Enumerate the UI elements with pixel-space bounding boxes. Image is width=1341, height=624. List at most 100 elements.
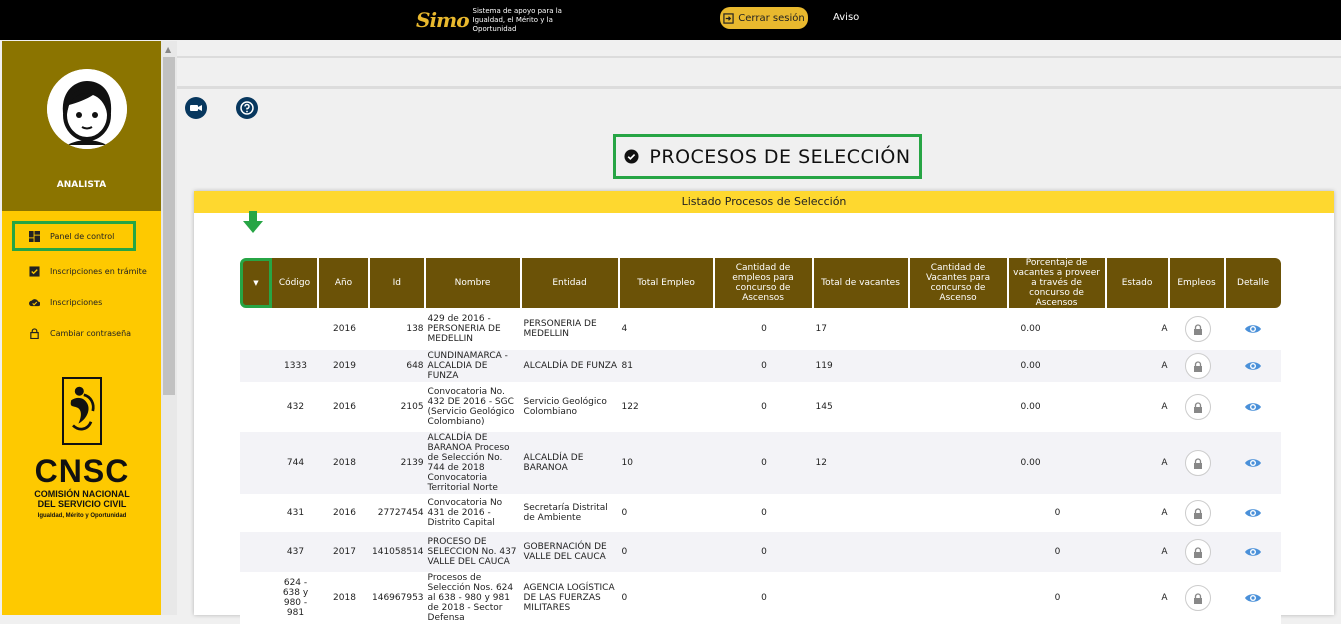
column-header[interactable]: Id [370, 258, 426, 308]
sidebar-profile: ANALISTA [2, 41, 161, 211]
logout-label: Cerrar sesión [738, 12, 805, 24]
cell-nombre: ALCALDÍA DE BARANOA Proceso de Selección… [425, 432, 522, 494]
check-circle-icon [624, 149, 639, 164]
sidebar-item-label: Inscripciones en trámite [50, 266, 147, 276]
logout-button[interactable]: Cerrar sesión [720, 7, 808, 29]
cell-porcentaje: 0 [1008, 532, 1107, 572]
lock-icon[interactable] [1184, 539, 1211, 565]
cell-total-empleo: 4 [619, 308, 715, 350]
scroll-up-arrow[interactable]: ▲ [165, 45, 171, 54]
column-header[interactable]: Año [319, 258, 370, 308]
page-title-box: PROCESOS DE SELECCIÓN [613, 134, 922, 179]
video-camera-icon[interactable] [185, 97, 207, 119]
cell-total-empleo: 122 [619, 382, 715, 432]
column-toggle-header[interactable]: ▼ [240, 258, 272, 308]
cloud-check-icon [28, 296, 40, 308]
cell-id: 141058514 [370, 532, 426, 572]
column-header[interactable]: Total de vacantes [813, 258, 910, 308]
sidebar-scrollbar[interactable]: ▲ [161, 41, 177, 615]
eye-icon[interactable] [1228, 323, 1279, 335]
logout-icon [723, 12, 734, 24]
simo-logo-tagline: Sistema de apoyo para la Igualdad, el Mé… [472, 6, 562, 33]
column-header[interactable]: Empleos [1169, 258, 1226, 308]
cell-vacantes-ascenso [909, 308, 1009, 350]
cell-nombre: 429 de 2016 - PERSONERIA DE MEDELLIN [425, 308, 522, 350]
cell-detalle [1225, 432, 1281, 494]
cell-select [240, 350, 272, 382]
column-header[interactable]: Porcentaje de vacantes a proveer a travé… [1008, 258, 1107, 308]
table-row: 431 2016 27727454 Convocatoria No 431 de 20… [240, 494, 1281, 532]
sidebar-item-panel-de-control[interactable]: Panel de control [12, 221, 136, 251]
scrollbar-thumb[interactable] [163, 57, 175, 395]
cell-vacantes-ascenso [909, 532, 1009, 572]
cell-nombre: CUNDINAMARCA - ALCALDIA DE FUNZA [425, 350, 522, 382]
panel-title: Listado Procesos de Selección [194, 191, 1334, 213]
cell-anio: 2019 [319, 350, 370, 382]
cell-codigo: 431 [272, 494, 319, 532]
cell-estado: A [1106, 572, 1170, 624]
table-row: 1333 2019 648 CUNDINAMARCA - ALCALDIA DE FU… [240, 350, 1281, 382]
cell-empleos-ascenso: 0 [714, 572, 814, 624]
column-header[interactable]: Nombre [425, 258, 522, 308]
cell-nombre: Procesos de Selección Nos. 624 al 638 - … [425, 572, 522, 624]
lock-icon[interactable] [1184, 316, 1211, 342]
cell-empleos [1169, 432, 1226, 494]
column-header[interactable]: Total Empleo [619, 258, 715, 308]
dropdown-caret-icon[interactable]: ▼ [253, 279, 258, 287]
cell-empleos [1169, 308, 1226, 350]
cell-empleos-ascenso: 0 [714, 532, 814, 572]
cell-entidad: ALCALDÍA DE FUNZA [521, 350, 620, 382]
cell-porcentaje: 0.00 [1008, 382, 1107, 432]
sidebar-item-cambiar-contrasena[interactable]: Cambiar contraseña [12, 321, 157, 345]
help-icon[interactable] [236, 97, 258, 119]
cnsc-name-line1: COMISIÓN NACIONAL [34, 489, 130, 499]
cell-vacantes-ascenso [909, 382, 1009, 432]
table-row: 432 2016 2105 Convocatoria No. 432 DE 2016 … [240, 382, 1281, 432]
table-row: 624 - 638 y 980 - 981 2018 146967953 Proces… [240, 572, 1281, 624]
column-header[interactable]: Cantidad de Vacantes para concurso de As… [909, 258, 1009, 308]
notice-link[interactable]: Aviso [833, 12, 859, 23]
cell-total-empleo: 0 [619, 532, 715, 572]
eye-icon[interactable] [1228, 546, 1279, 558]
cell-estado: A [1106, 532, 1170, 572]
cell-vacantes-ascenso [909, 432, 1009, 494]
lock-icon[interactable] [1184, 394, 1211, 420]
eye-icon[interactable] [1228, 592, 1279, 604]
cell-id: 2105 [370, 382, 426, 432]
column-header[interactable]: Estado [1106, 258, 1170, 308]
cell-total-vacantes: 119 [813, 350, 910, 382]
eye-icon[interactable] [1228, 360, 1279, 372]
cell-total-empleo: 10 [619, 432, 715, 494]
column-header[interactable]: Entidad [521, 258, 620, 308]
cell-entidad: Servicio Geológico Colombiano [521, 382, 620, 432]
cell-total-vacantes [813, 532, 910, 572]
cell-id: 146967953 [370, 572, 426, 624]
cell-detalle [1225, 308, 1281, 350]
lock-icon[interactable] [1184, 450, 1211, 476]
cell-empleos [1169, 350, 1226, 382]
sidebar-item-inscripciones-en-tramite[interactable]: Inscripciones en trámite [12, 259, 157, 283]
sidebar-item-label: Panel de control [50, 231, 115, 241]
column-header[interactable]: Cantidad de empleos para concurso de Asc… [714, 258, 814, 308]
cell-anio: 2017 [319, 532, 370, 572]
table-header-row: ▼ Código Año Id Nombre Entidad Total Emp… [240, 258, 1281, 308]
cell-entidad: ALCALDÍA DE BARANOA [521, 432, 620, 494]
cell-entidad: GOBERNACIÓN DE VALLE DEL CAUCA [521, 532, 620, 572]
eye-icon[interactable] [1228, 507, 1279, 519]
lock-icon[interactable] [1184, 500, 1211, 526]
column-header[interactable]: Código [272, 258, 319, 308]
lock-icon[interactable] [1184, 585, 1211, 611]
eye-icon[interactable] [1228, 457, 1279, 469]
cell-anio: 2016 [319, 308, 370, 350]
sidebar-item-inscripciones[interactable]: Inscripciones [12, 290, 157, 314]
main-content: PROCESOS DE SELECCIÓN Listado Procesos d… [177, 41, 1341, 624]
lock-icon[interactable] [1184, 353, 1211, 379]
checkbox-icon [28, 265, 40, 277]
column-header[interactable]: Detalle [1225, 258, 1281, 308]
cell-vacantes-ascenso [909, 494, 1009, 532]
cell-total-vacantes [813, 572, 910, 624]
sidebar-item-label: Cambiar contraseña [50, 328, 132, 338]
divider [177, 86, 1341, 89]
eye-icon[interactable] [1228, 401, 1279, 413]
simo-logo[interactable]: Simo Sistema de apoyo para la Igualdad, … [416, 6, 593, 34]
